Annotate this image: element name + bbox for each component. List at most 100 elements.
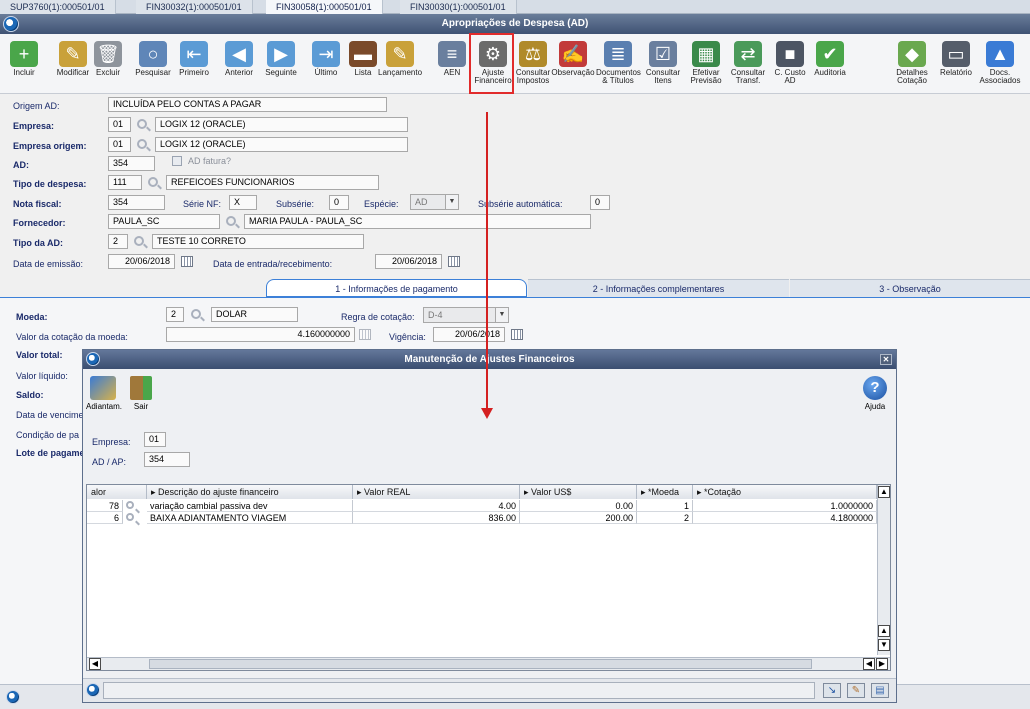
cotacao-field[interactable]: 4.160000000	[166, 327, 355, 342]
scroll-down-icon[interactable]: ▼	[878, 639, 890, 651]
toolbar-note-button[interactable]: ✍ Observação	[551, 38, 595, 90]
regra-cotacao-select[interactable]: D-4 ▼	[423, 307, 509, 323]
grid-cell[interactable]: 78	[87, 500, 123, 512]
toolbar-documents-button[interactable]: ≣ Documentos & Títulos	[596, 38, 641, 90]
ad-fatura-checkbox[interactable]	[172, 156, 182, 166]
subserie-field[interactable]: 0	[329, 195, 349, 210]
grid-column-header[interactable]: ▸ Valor REAL	[353, 485, 520, 499]
toolbar-details-button[interactable]: ◆ Detalhes Cotação	[890, 38, 934, 90]
toolbar-first-button[interactable]: ⇤ Primeiro	[172, 38, 216, 90]
fornecedor-lookup-icon[interactable]	[226, 216, 236, 226]
chevron-down-icon[interactable]: ▼	[445, 195, 458, 209]
toolbar-magnifier-button[interactable]: ○ Pesquisar	[131, 38, 175, 90]
tipo-ad-code-field[interactable]: 2	[108, 234, 128, 249]
grid-cell[interactable]: 1	[637, 500, 693, 512]
tab-sup3760[interactable]: SUP3760(1):000501/01	[0, 0, 116, 14]
data-emissao-field[interactable]: 20/06/2018	[108, 254, 175, 269]
ad-field[interactable]: 354	[108, 156, 155, 171]
serie-label: Série NF:	[183, 199, 222, 209]
dialog-adap-field[interactable]: 354	[144, 452, 190, 467]
horizontal-scrollbar[interactable]: ◀ ◀ ▶	[87, 657, 890, 670]
calendar-icon[interactable]	[448, 256, 460, 267]
sair-button[interactable]: Sair	[127, 374, 155, 416]
toolbar-button-label: Efetivar Previsão	[690, 68, 722, 85]
checklist-icon: ☑	[649, 41, 677, 67]
tab-fin30032[interactable]: FIN30032(1):000501/01	[136, 0, 253, 14]
grid-cell[interactable]: 200.00	[520, 512, 637, 524]
tab-info-complementares[interactable]: 2 - Informações complementares	[528, 279, 789, 297]
calendar-icon[interactable]	[359, 329, 371, 340]
grid-cell[interactable]: 0.00	[520, 500, 637, 512]
grid-cell[interactable]: 2	[637, 512, 693, 524]
toolbar-pen-button[interactable]: ✎ Lançamento	[378, 38, 422, 90]
toolbar-trash-button[interactable]: 🗑 Excluir	[86, 38, 130, 90]
toolbar-document-button[interactable]: ≡ AEN	[430, 38, 474, 90]
tab-fin30030[interactable]: FIN30030(1):000501/01	[400, 0, 517, 14]
magnifier-icon: ○	[139, 41, 167, 67]
calendar-icon[interactable]	[511, 329, 523, 340]
close-icon[interactable]: ✕	[880, 354, 892, 365]
grid-column-header[interactable]: ▸ *Moeda	[637, 485, 693, 499]
grid-column-header[interactable]: ▸ Valor US$	[520, 485, 637, 499]
serie-field[interactable]: X	[229, 195, 257, 210]
status-logo-icon	[6, 690, 20, 704]
toolbar-printer-button[interactable]: ▭ Relatório	[934, 38, 978, 90]
row-lookup-icon[interactable]	[126, 501, 134, 509]
scroll-up-icon[interactable]: ▲	[878, 486, 890, 498]
grid-cell[interactable]: 6	[87, 512, 123, 524]
grid-cell[interactable]: 1.0000000	[693, 500, 877, 512]
tab-fin30058[interactable]: FIN30058(1):000501/01	[266, 0, 383, 14]
chat-icon[interactable]: ▤	[871, 683, 889, 698]
toolbar-scale-button[interactable]: ⚖ Consultar Impostos	[511, 38, 555, 90]
scroll-left-icon[interactable]: ◀	[863, 658, 875, 670]
grid-cell[interactable]: variação cambial passiva dev	[147, 500, 353, 512]
scroll-thumb[interactable]	[149, 659, 812, 669]
grid-column-header[interactable]: ▸ *Cotação	[693, 485, 877, 499]
grid-cell[interactable]: 836.00	[353, 512, 520, 524]
dialog-empresa-field[interactable]: 01	[144, 432, 166, 447]
toolbar-add-button[interactable]: + Incluir	[2, 38, 46, 90]
dialog-logo-icon	[86, 352, 100, 366]
toolbar-previous-button[interactable]: ◀ Anterior	[217, 38, 261, 90]
vigencia-field[interactable]: 20/06/2018	[433, 327, 505, 342]
row-lookup-icon[interactable]	[126, 513, 134, 521]
chevron-down-icon[interactable]: ▼	[495, 308, 508, 322]
toolbar-cube-button[interactable]: ■ C. Custo AD	[768, 38, 812, 90]
subserie-auto-field[interactable]: 0	[590, 195, 610, 210]
tipo-ad-lookup-icon[interactable]	[134, 236, 144, 246]
grid-cell[interactable]: BAIXA ADIANTAMENTO VIAGEM	[147, 512, 353, 524]
grid-column-header[interactable]: ▸ Descrição do ajuste financeiro	[147, 485, 353, 499]
empresa-origem-lookup-icon[interactable]	[137, 139, 147, 149]
toolbar-transfer-button[interactable]: ⇄ Consultar Transf.	[726, 38, 770, 90]
resize-icon[interactable]: ↘	[823, 683, 841, 698]
empresa-code-field[interactable]: 01	[108, 117, 131, 132]
tab-observacao[interactable]: 3 - Observação	[790, 279, 1030, 297]
vertical-scrollbar[interactable]: ▲ ▲ ▼	[877, 485, 890, 655]
toolbar-upload-button[interactable]: ▲ Docs. Associados	[978, 38, 1022, 90]
calendar-icon[interactable]	[181, 256, 193, 267]
grid-column-header[interactable]: alor	[87, 485, 147, 499]
grid-cell[interactable]: 4.00	[353, 500, 520, 512]
empresa-origem-code-field[interactable]: 01	[108, 137, 131, 152]
tipo-despesa-code-field[interactable]: 111	[108, 175, 142, 190]
toolbar-next-button[interactable]: ▶ Seguinte	[259, 38, 303, 90]
tipo-despesa-lookup-icon[interactable]	[148, 177, 158, 187]
ajuda-button[interactable]: ? Ajuda	[859, 374, 891, 416]
toolbar-audit-button[interactable]: ✔ Auditoria	[808, 38, 852, 90]
toolbar-checklist-button[interactable]: ☑ Consultar Itens	[641, 38, 685, 90]
especie-select[interactable]: AD ▼	[410, 194, 459, 210]
log-icon[interactable]: ✎	[847, 683, 865, 698]
data-vencimento-label: Data de vencime	[16, 410, 84, 420]
adiantamento-button[interactable]: Adiantam.	[86, 374, 122, 416]
nota-fiscal-field[interactable]: 354	[108, 195, 165, 210]
scroll-left-icon[interactable]: ◀	[89, 658, 101, 670]
empresa-lookup-icon[interactable]	[137, 119, 147, 129]
fornecedor-code-field[interactable]: PAULA_SC	[108, 214, 220, 229]
toolbar-calendar-button[interactable]: ▦ Efetivar Previsão	[684, 38, 728, 90]
moeda-lookup-icon[interactable]	[191, 309, 201, 319]
moeda-code-field[interactable]: 2	[166, 307, 184, 322]
data-entrada-field[interactable]: 20/06/2018	[375, 254, 442, 269]
scroll-up-icon[interactable]: ▲	[878, 625, 890, 637]
scroll-right-icon[interactable]: ▶	[876, 658, 888, 670]
grid-cell[interactable]: 4.1800000	[693, 512, 877, 524]
